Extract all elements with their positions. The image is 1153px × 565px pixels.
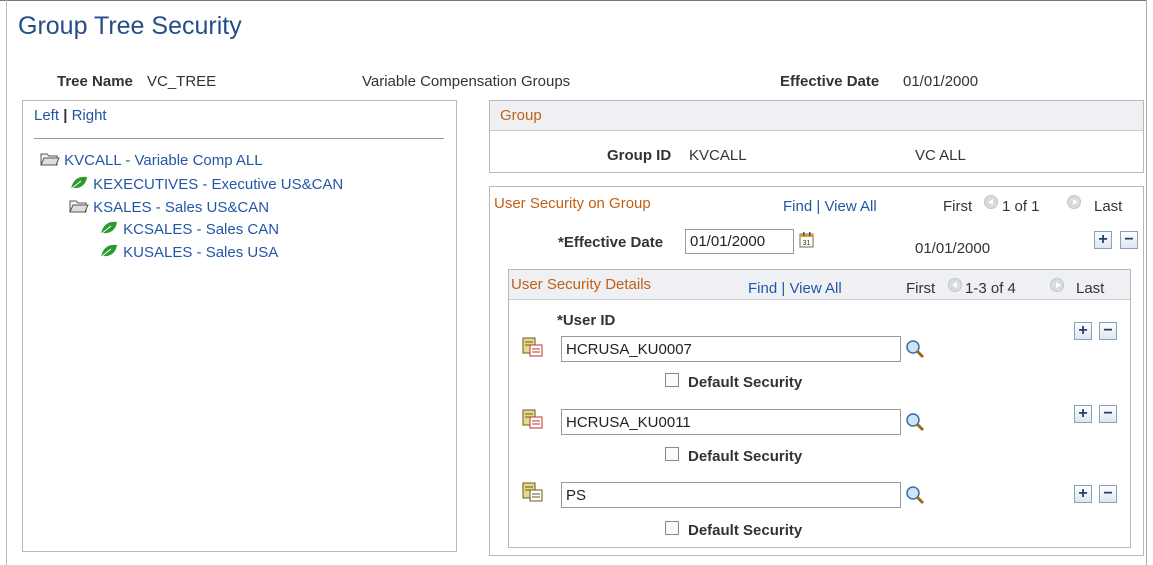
tree-name-label: Tree Name [57,73,133,90]
delete-row-button[interactable]: − [1099,485,1117,503]
default-security-checkbox[interactable] [665,373,679,387]
tree-node-kexecutives[interactable]: KEXECUTIVES - Executive US&CAN [69,175,343,193]
magnifier-graphic [906,413,925,432]
effective-date-field-label: *Effective Date [558,234,664,251]
view-all-link[interactable]: View All [789,280,841,297]
lookup-icon[interactable] [905,485,925,509]
previous-icon[interactable] [984,195,998,209]
group-header-title: Group [500,107,542,124]
group-description: VC ALL [915,147,966,164]
tree-nav: Left | Right [34,107,107,124]
default-security-label: Default Security [688,374,803,391]
magnifier-graphic [906,340,925,359]
folder-open-icon [40,153,60,166]
tree-node-ksales[interactable]: KSALES - Sales US&CAN [69,198,269,216]
default-security-checkbox[interactable] [665,521,679,535]
effective-date-label: Effective Date [780,73,880,90]
details-title: User Security Details [511,276,652,293]
svg-text:31: 31 [803,240,811,247]
row-count: 1-3 of 4 [965,280,1016,297]
effective-date-input[interactable] [685,229,794,254]
add-row-button[interactable]: + [1094,231,1112,249]
add-row-button[interactable]: + [1074,405,1092,423]
first-label: First [943,198,973,215]
view-all-link[interactable]: View All [824,198,876,215]
right-border [1146,0,1147,565]
last-label: Last [1094,198,1123,215]
row-detail-icon[interactable] [521,408,545,434]
tree-node-kusales[interactable]: KUSALES - Sales USA [99,243,278,261]
default-security-label: Default Security [688,522,803,539]
find-link[interactable]: Find [783,198,812,215]
add-row-button[interactable]: + [1074,485,1092,503]
tree-node-label: KUSALES - Sales USA [123,244,279,261]
row-detail-icon-graphic [522,482,543,502]
tree-description: Variable Compensation Groups [362,73,571,90]
last-label: Last [1076,280,1105,297]
folder-open-icon [69,200,89,213]
lookup-icon[interactable] [905,339,925,363]
group-id-label: Group ID [607,147,672,164]
lookup-icon[interactable] [905,412,925,436]
row-detail-icon-graphic [522,409,543,429]
effective-date-display: 01/01/2000 [915,240,991,257]
user-security-nav: Find | View All [783,198,877,215]
tree-node-kvcall[interactable]: KVCALL - Variable Comp ALL [40,151,263,169]
delete-row-button[interactable]: − [1099,322,1117,340]
row-detail-icon[interactable] [521,481,545,507]
row-detail-icon-graphic [522,337,543,357]
tree-name-value: VC_TREE [147,73,217,90]
left-border [6,0,7,565]
leaf-icon [100,221,117,235]
tree-node-kcsales[interactable]: KCSALES - Sales CAN [99,220,279,238]
next-icon[interactable] [1067,195,1081,209]
tree-node-label: KVCALL - Variable Comp ALL [64,152,263,169]
group-header [490,101,1143,131]
previous-icon[interactable] [948,278,962,292]
next-icon[interactable] [1050,278,1064,292]
row-count: 1 of 1 [1002,198,1040,215]
leaf-icon [100,244,117,258]
leaf-icon [70,176,87,190]
calendar-icon[interactable]: 31 [798,230,816,254]
default-security-label: Default Security [688,448,803,465]
top-border [0,0,1147,1]
user-id-input[interactable] [561,336,901,362]
calendar-icon-graphic: 31 [799,232,814,248]
row-detail-icon[interactable] [521,336,545,362]
nav-separator: | [781,280,786,297]
delete-row-button[interactable]: − [1099,405,1117,423]
right-link[interactable]: Right [72,107,107,124]
default-security-checkbox[interactable] [665,447,679,461]
tree-node-label: KCSALES - Sales CAN [123,221,280,238]
magnifier-graphic [906,486,925,505]
details-nav: Find | View All [748,280,842,297]
user-security-title: User Security on Group [494,195,651,212]
tree-node-label: KEXECUTIVES - Executive US&CAN [93,176,344,193]
user-id-input[interactable] [561,482,901,508]
effective-date-value: 01/01/2000 [903,73,979,90]
user-id-label: *User ID [557,312,616,329]
find-link[interactable]: Find [748,280,777,297]
add-row-button[interactable]: + [1074,322,1092,340]
user-id-input[interactable] [561,409,901,435]
tree-node-label: KSALES - Sales US&CAN [93,199,270,216]
group-id-value: KVCALL [689,147,747,164]
nav-separator: | [816,198,821,215]
nav-separator: | [63,107,68,124]
delete-row-button[interactable]: − [1120,231,1138,249]
first-label: First [906,280,936,297]
page-title: Group Tree Security [18,12,242,40]
tree-divider [34,138,444,139]
left-link[interactable]: Left [34,107,59,124]
